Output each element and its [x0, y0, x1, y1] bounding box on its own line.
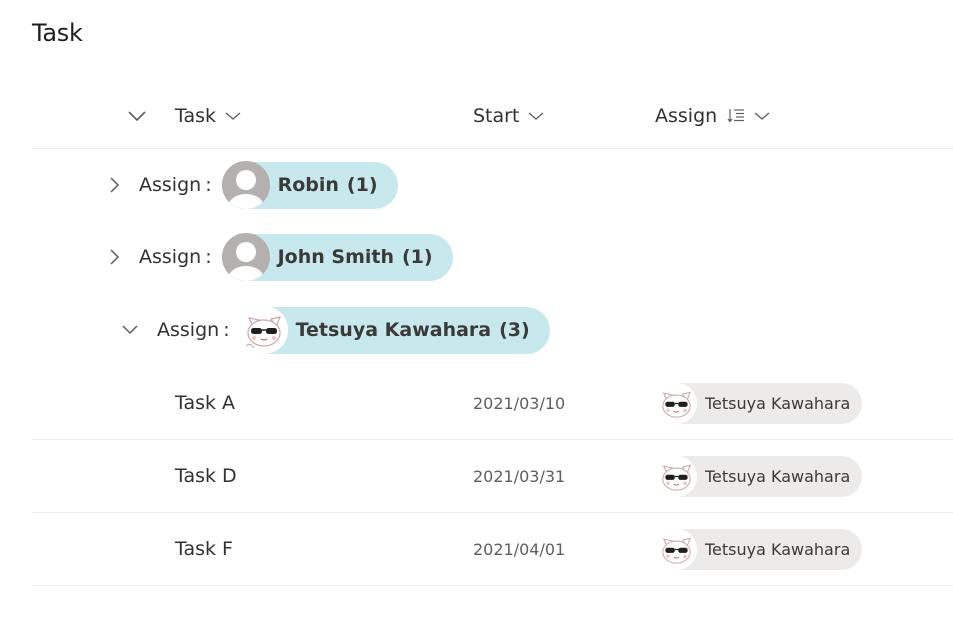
- start-date-cell: 2021/03/10: [473, 393, 566, 413]
- collapse-all-button[interactable]: [120, 84, 146, 148]
- group-header-robin: Assign : Robin (1): [32, 149, 953, 221]
- cat-sunglasses-avatar-icon: [656, 528, 697, 570]
- group-count: (1): [402, 246, 433, 268]
- assign-cell: Tetsuya Kawahara: [656, 440, 863, 512]
- group-name: Robin: [277, 174, 339, 196]
- assign-cell: Tetsuya Kawahara: [656, 513, 863, 585]
- task-cell[interactable]: Task D: [175, 440, 237, 512]
- group-label: Assign : Robin (1): [139, 149, 398, 221]
- user-chip-name: Tetsuya Kawahara: [705, 393, 851, 413]
- group-field-label: Assign: [139, 174, 202, 196]
- chevron-right-icon: [110, 249, 120, 265]
- group-persona-name: Robin (1): [278, 174, 378, 196]
- group-persona-name: John Smith (1): [278, 246, 433, 268]
- user-chip-name: Tetsuya Kawahara: [705, 539, 851, 559]
- column-header-task-label: Task: [175, 105, 217, 127]
- group-name: John Smith: [277, 246, 394, 268]
- group-persona-pill: Tetsuya Kawahara (3): [239, 306, 550, 354]
- group-expand-button[interactable]: [100, 221, 128, 293]
- column-header-assign-label: Assign: [655, 105, 718, 127]
- group-persona-name: Tetsuya Kawahara (3): [296, 319, 530, 341]
- list-header: Task Start Assign: [32, 84, 953, 149]
- group-collapse-button[interactable]: [116, 294, 144, 366]
- task-cell[interactable]: Task A: [175, 367, 235, 439]
- user-chip[interactable]: Tetsuya Kawahara: [656, 528, 863, 570]
- chevron-right-icon: [110, 177, 120, 193]
- assign-cell: Tetsuya Kawahara: [656, 367, 863, 439]
- task-cell[interactable]: Task F: [175, 513, 233, 585]
- group-expand-button[interactable]: [100, 149, 128, 221]
- column-header-start[interactable]: Start: [473, 84, 545, 148]
- cat-sunglasses-avatar-icon: [656, 455, 697, 497]
- group-name: Tetsuya Kawahara: [295, 319, 492, 341]
- chevron-down-icon: [527, 110, 545, 122]
- start-date-cell: 2021/04/01: [473, 539, 566, 559]
- column-header-task[interactable]: Task: [175, 84, 242, 148]
- user-chip[interactable]: Tetsuya Kawahara: [656, 382, 863, 424]
- chevron-down-icon: [753, 110, 771, 122]
- default-person-icon: [221, 233, 270, 281]
- group-field-label: Assign: [139, 246, 202, 268]
- group-separator: :: [205, 246, 212, 268]
- user-chip[interactable]: Tetsuya Kawahara: [656, 455, 863, 497]
- column-header-assign[interactable]: Assign: [655, 84, 771, 148]
- cat-sunglasses-avatar-icon: [656, 382, 697, 424]
- default-person-icon: [221, 161, 270, 209]
- group-count: (3): [499, 319, 530, 341]
- group-header-john-smith: Assign : John Smith (1): [32, 221, 953, 293]
- group-label: Assign : John Smith (1): [139, 221, 453, 293]
- page-title: Task: [32, 19, 83, 47]
- group-field-label: Assign: [157, 319, 220, 341]
- table-row[interactable]: Task D 2021/03/31 Tetsuya Kawahara: [32, 440, 953, 513]
- group-persona-pill: John Smith (1): [221, 233, 453, 281]
- group-count: (1): [346, 174, 378, 196]
- table-row[interactable]: Task F 2021/04/01 Tetsuya Kawahara: [32, 513, 953, 586]
- table-row[interactable]: Task A 2021/03/10 Tetsuya Kawahara: [32, 367, 953, 440]
- group-separator: :: [205, 174, 212, 196]
- group-by-icon: [727, 107, 745, 125]
- start-date-cell: 2021/03/31: [473, 466, 566, 486]
- user-chip-name: Tetsuya Kawahara: [705, 466, 851, 486]
- group-label: Assign : Tetsuya Kawahara (3): [157, 294, 550, 366]
- chevron-down-icon: [122, 325, 138, 335]
- column-header-start-label: Start: [473, 105, 520, 127]
- group-separator: :: [223, 319, 230, 341]
- group-header-tetsuya-kawahara: Assign : Tetsuya Kawahara (3): [32, 294, 953, 366]
- chevron-down-icon: [224, 110, 242, 122]
- cat-sunglasses-avatar-icon: [239, 306, 288, 354]
- group-persona-pill: Robin (1): [221, 161, 398, 209]
- chevron-down-icon: [128, 110, 146, 122]
